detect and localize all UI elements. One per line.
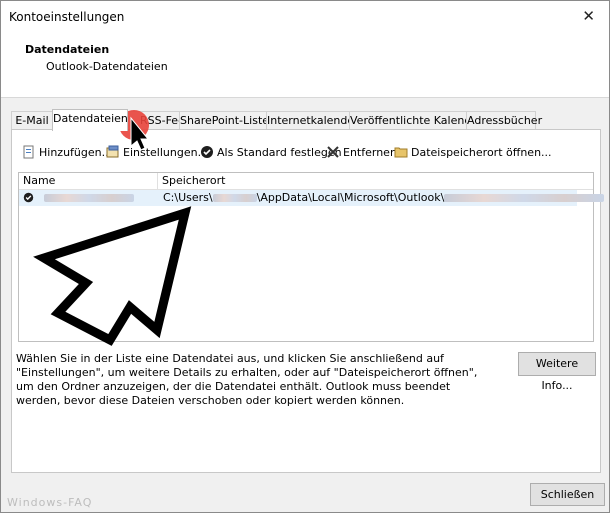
remove-label: Entfernen [343, 146, 397, 159]
dialog-header: Datendateien Outlook-Datendateien [1, 33, 609, 98]
tab-address-books[interactable]: Adressbücher [466, 111, 542, 130]
check-circle-icon [201, 146, 213, 158]
close-icon[interactable]: ✕ [582, 7, 595, 25]
title-bar: Kontoeinstellungen ✕ [1, 1, 609, 33]
set-default-label: Als Standard festlegen [217, 146, 342, 159]
default-check-icon [23, 192, 34, 203]
watermark-text: Windows-FAQ [7, 496, 93, 509]
tab-published-calendars[interactable]: Veröffentlichte Kalender [349, 111, 483, 130]
settings-label: Einstellungen... [123, 146, 209, 159]
more-info-button[interactable]: Weitere Info... [518, 352, 596, 392]
location-prefix: C:\Users\ [163, 191, 213, 204]
header-title: Datendateien [25, 43, 110, 56]
location-path: \AppData\Local\Microsoft\Outlook\ [256, 191, 445, 204]
remove-button[interactable]: Entfernen [326, 144, 397, 162]
folder-icon [394, 147, 408, 158]
tab-internet-calendars[interactable]: Internetkalender [266, 111, 359, 130]
open-file-location-button[interactable]: Dateispeicherort öffnen... [394, 144, 552, 162]
column-header-location[interactable]: Speicherort [157, 173, 582, 189]
data-files-panel: Hinzufügen... Einstellungen... Als Stand… [11, 129, 605, 473]
add-file-icon [23, 145, 34, 159]
row-location-cell: C:\Users\ \AppData\Local\Microsoft\Outloo… [163, 190, 605, 206]
data-file-list[interactable]: Name Speicherort C:\Users\ \AppData\Local… [18, 172, 605, 342]
redacted-username [212, 194, 257, 202]
redacted-filename [444, 194, 605, 202]
table-row[interactable]: C:\Users\ \AppData\Local\Microsoft\Outloo… [19, 190, 605, 206]
add-label: Hinzufügen... [39, 146, 113, 159]
open-file-location-label: Dateispeicherort öffnen... [411, 146, 552, 159]
column-header-name[interactable]: Name [19, 173, 157, 189]
settings-button[interactable]: Einstellungen... [106, 144, 208, 162]
add-button[interactable]: Hinzufügen... [22, 144, 112, 162]
tab-email[interactable]: E-Mail [11, 111, 53, 130]
settings-file-icon [106, 145, 119, 158]
set-default-button[interactable]: Als Standard festlegen [200, 144, 342, 162]
remove-x-icon [327, 146, 339, 158]
close-button[interactable]: Schließen [530, 483, 605, 506]
description-text: Wählen Sie in der Liste eine Datendatei … [16, 352, 478, 407]
tab-sharepoint-lists[interactable]: SharePoint-Listen [179, 111, 276, 130]
tab-data-files[interactable]: Datendateien [52, 109, 128, 131]
redacted-name [43, 194, 134, 202]
list-header: Name Speicherort [19, 173, 593, 190]
account-settings-dialog: Kontoeinstellungen ✕ Datendateien Outloo… [0, 0, 610, 513]
row-name-cell [23, 190, 134, 206]
header-subtitle: Outlook-Datendateien [46, 60, 168, 73]
window-title: Kontoeinstellungen [9, 10, 125, 24]
